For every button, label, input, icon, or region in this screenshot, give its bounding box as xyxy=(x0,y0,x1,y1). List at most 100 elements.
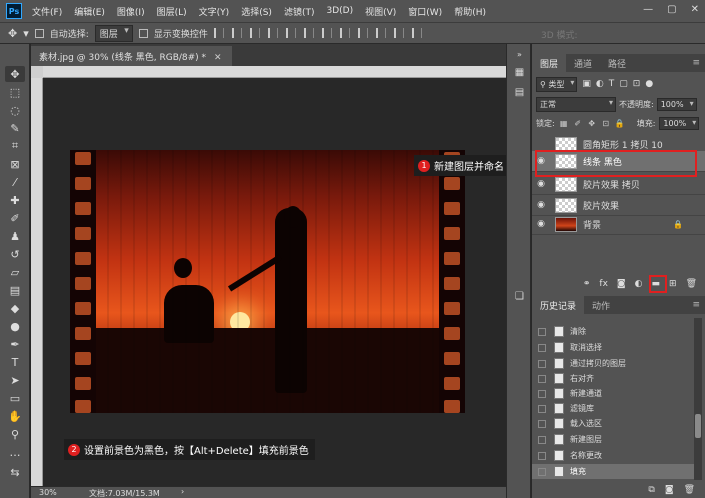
new-document-from-state-icon[interactable]: ⧉ xyxy=(648,485,654,495)
align-center-icon[interactable] xyxy=(285,28,296,38)
history-item-current[interactable]: 填充 xyxy=(532,464,694,479)
zoom-tool-icon[interactable]: ⚲ xyxy=(5,426,25,442)
blur-tool-icon[interactable]: ◆ xyxy=(5,300,25,316)
tab-actions[interactable]: 动作 xyxy=(584,296,618,314)
menu-3d[interactable]: 3D(D) xyxy=(326,6,353,16)
minimize-button[interactable]: — xyxy=(643,4,653,15)
history-item[interactable]: 右对齐 xyxy=(532,371,694,386)
tab-channels[interactable]: 通道 xyxy=(566,54,600,72)
opacity-input[interactable]: 100% xyxy=(656,97,697,111)
menu-file[interactable]: 文件(F) xyxy=(32,5,62,18)
move-tool-icon[interactable]: ✥ xyxy=(5,66,25,82)
path-select-tool-icon[interactable]: ➤ xyxy=(5,372,25,388)
eye-icon[interactable]: ◉ xyxy=(532,179,550,189)
history-item[interactable]: 通过拷贝的图层 xyxy=(532,356,694,371)
align-left-icon[interactable] xyxy=(267,28,278,38)
hand-tool-icon[interactable]: ✋ xyxy=(5,408,25,424)
eyedropper-tool-icon[interactable]: ⁄ xyxy=(5,174,25,190)
auto-select-checkbox[interactable] xyxy=(34,28,44,38)
menu-layer[interactable]: 图层(L) xyxy=(157,5,187,18)
history-item[interactable]: 名称更改 xyxy=(532,448,694,463)
distribute-top-icon[interactable] xyxy=(321,28,332,38)
pen-tool-icon[interactable]: ✒ xyxy=(5,336,25,352)
distribute-middle-icon[interactable] xyxy=(339,28,350,38)
delete-layer-icon[interactable]: 🗑 xyxy=(686,279,697,289)
eye-icon[interactable]: ◉ xyxy=(532,219,550,229)
snapshot-icon[interactable]: ◙ xyxy=(665,485,674,495)
new-layer-icon[interactable]: ⊞ xyxy=(669,279,677,289)
tab-paths[interactable]: 路径 xyxy=(600,54,634,72)
history-brush-tool-icon[interactable]: ↺ xyxy=(5,246,25,262)
history-item[interactable]: 清除 xyxy=(532,324,694,339)
eye-icon[interactable]: ◉ xyxy=(532,200,550,210)
distribute-left-icon[interactable] xyxy=(375,28,386,38)
layer-row[interactable]: ◉ 胶片效果 xyxy=(532,195,705,216)
menu-select[interactable]: 选择(S) xyxy=(241,5,272,18)
distribute-center-icon[interactable] xyxy=(393,28,404,38)
fx-icon[interactable]: fx xyxy=(599,279,608,289)
layer-filter-dropdown[interactable]: ⚲ 类型 xyxy=(536,76,578,92)
layer-row-background[interactable]: ◉ 背景 🔒 xyxy=(532,214,705,235)
gradient-tool-icon[interactable]: ▤ xyxy=(5,282,25,298)
history-item[interactable]: 新建图层 xyxy=(532,432,694,447)
status-menu-arrow-icon[interactable]: › xyxy=(181,487,184,496)
properties-panel-icon[interactable]: ▤ xyxy=(513,86,526,99)
history-panel-menu-icon[interactable]: ≡ xyxy=(692,300,700,310)
filter-pixel-icon[interactable]: ▣ xyxy=(582,79,591,89)
history-scrollbar[interactable] xyxy=(694,318,702,480)
fill-input[interactable]: 100% xyxy=(659,116,700,130)
history-item[interactable]: 取消选择 xyxy=(532,340,694,355)
vertical-ruler[interactable] xyxy=(31,78,43,486)
stamp-tool-icon[interactable]: ♟ xyxy=(5,228,25,244)
history-scroll-thumb[interactable] xyxy=(695,414,701,438)
add-mask-icon[interactable]: ◙ xyxy=(617,279,626,289)
distribute-right-icon[interactable] xyxy=(411,28,422,38)
tab-layers[interactable]: 图层 xyxy=(532,54,567,72)
edit-toolbar-icon[interactable]: ⇆ xyxy=(5,464,25,480)
healing-brush-tool-icon[interactable]: ✚ xyxy=(5,192,25,208)
filter-adjustment-icon[interactable]: ◐ xyxy=(596,79,604,89)
tab-history[interactable]: 历史记录 xyxy=(532,296,585,314)
menu-edit[interactable]: 编辑(E) xyxy=(74,5,105,18)
history-panel-icon[interactable]: ▦ xyxy=(513,66,526,79)
dropdown-arrow-icon[interactable]: ▾ xyxy=(23,27,29,40)
lock-transparent-icon[interactable]: ▦ xyxy=(559,118,569,128)
zoom-level[interactable]: 30% xyxy=(39,488,57,497)
align-bottom-icon[interactable] xyxy=(249,28,260,38)
move-tool-icon[interactable]: ✥ xyxy=(8,27,17,40)
lasso-tool-icon[interactable]: ◌ xyxy=(5,102,25,118)
align-middle-icon[interactable] xyxy=(231,28,242,38)
auto-select-dropdown[interactable]: 图层 xyxy=(94,24,133,42)
horizontal-ruler[interactable] xyxy=(43,66,506,78)
lock-artboard-icon[interactable]: ⊡ xyxy=(601,118,611,128)
history-item[interactable]: 载入选区 xyxy=(532,416,694,431)
filter-shape-icon[interactable]: ▢ xyxy=(619,79,628,89)
maximize-button[interactable]: ▢ xyxy=(667,4,676,15)
delete-state-icon[interactable]: 🗑 xyxy=(684,485,695,495)
close-tab-icon[interactable]: ✕ xyxy=(214,53,222,63)
history-item[interactable]: 滤镜库 xyxy=(532,401,694,416)
distribute-bottom-icon[interactable] xyxy=(357,28,368,38)
rectangle-tool-icon[interactable]: ▭ xyxy=(5,390,25,406)
menu-image[interactable]: 图像(I) xyxy=(117,5,145,18)
link-layers-icon[interactable]: ⚭ xyxy=(583,279,591,289)
filter-type-icon[interactable]: T xyxy=(609,79,615,89)
document-image[interactable] xyxy=(70,150,465,413)
layer-row[interactable]: ◉ 胶片效果 拷贝 xyxy=(532,174,705,195)
menu-filter[interactable]: 滤镜(T) xyxy=(284,5,315,18)
adjustment-layer-icon[interactable]: ◐ xyxy=(635,279,643,289)
menu-view[interactable]: 视图(V) xyxy=(365,5,396,18)
history-item[interactable]: 新建通道 xyxy=(532,386,694,401)
menu-type[interactable]: 文字(Y) xyxy=(199,5,230,18)
show-transform-checkbox[interactable] xyxy=(138,28,148,38)
type-tool-icon[interactable]: T xyxy=(5,354,25,370)
document-tab[interactable]: 素材.jpg @ 30% (线条 黑色, RGB/8#) * ✕ xyxy=(31,46,232,66)
filter-smart-object-icon[interactable]: ⊡ xyxy=(633,79,641,89)
brush-tool-icon[interactable]: ✐ xyxy=(5,210,25,226)
dodge-tool-icon[interactable]: ● xyxy=(5,318,25,334)
lock-image-icon[interactable]: ✐ xyxy=(573,118,583,128)
menu-window[interactable]: 窗口(W) xyxy=(408,5,442,18)
collapse-dock-icon[interactable]: » xyxy=(513,48,526,61)
lock-position-icon[interactable]: ✥ xyxy=(587,118,597,128)
frame-tool-icon[interactable]: ⊠ xyxy=(5,156,25,172)
